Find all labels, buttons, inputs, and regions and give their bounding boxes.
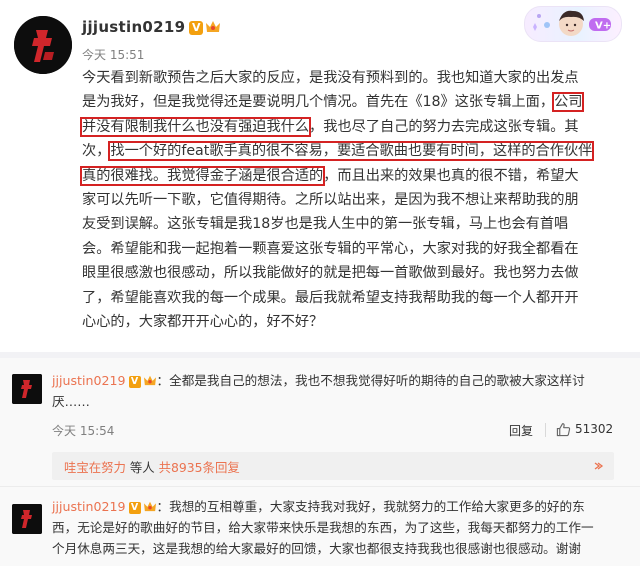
post-body: 今天看到新歌预告之后大家的反应，是我没有预料到的。我也知道大家的出发点 是为我好… (79, 66, 618, 334)
action-separator (545, 423, 546, 437)
post-line-text: ，而且出来的效果也真的很不错，希望大 (323, 167, 579, 184)
post-line-text: ，我也尽了自己的努力去完成这张专辑。其 (309, 118, 579, 135)
post-line: 真的很难找。我觉得金子涵是很合适的，而且出来的效果也真的很不错，希望大 (79, 164, 618, 188)
thumbs-up-icon[interactable] (556, 422, 571, 437)
reply-button[interactable]: 回复 (509, 422, 533, 439)
post-line-text: 是为我好，但是我觉得还是要说明几个情况。首先在《18》这张专辑上面， (82, 94, 555, 111)
weibo-post: jjjustin0219 V 今天 15:51 V+ 今天看到新歌预告之后大家的反… (0, 0, 640, 352)
comment-body-line: 个月休息两三天，这是我想的给大家最好的回馈，大家也都很支持我我也很感谢也很感动。… (52, 541, 581, 556)
post-line: 并没有限制我什么也没有强迫我什么，我也尽了自己的努力去完成这张专辑。其 (79, 115, 618, 139)
post-line: 友受到误解。这张专辑是我18岁也是我人生中的第一张专辑，马上也会有首唱 (82, 216, 569, 233)
comment-avatar[interactable] (12, 504, 42, 534)
post-line: 是为我好，但是我觉得还是要说明几个情况。首先在《18》这张专辑上面，公司 (82, 90, 618, 114)
logo-avatar-icon (12, 504, 42, 534)
post-line: 家可以先听一下歌，它值得期待。之所以站出来，是因为我不想让来帮助我的朋 (82, 191, 579, 208)
card-badge[interactable]: V+ (524, 6, 622, 42)
logo-avatar-icon (14, 16, 72, 74)
author-avatar[interactable] (14, 16, 72, 74)
verified-icon: V (128, 502, 141, 514)
post-line-text: 次， (82, 143, 111, 160)
crown-icon (206, 21, 221, 32)
comment-text: jjjustin0219 V ：我想的互相尊重，大家支持我对我好，我就努力的工作给大… (52, 496, 585, 517)
reply-user-link[interactable]: 哇宝在努力 (64, 460, 126, 475)
replies-middle-text: 等人 (125, 460, 159, 475)
crown-icon (143, 501, 156, 512)
post-line: 心心的，大家都开开心心的，好不好？ (82, 313, 324, 330)
like-count[interactable]: 51302 (575, 422, 613, 436)
verified-icon: V (189, 21, 204, 35)
comment-body-line: ：全都是我自己的想法，我也不想我觉得好听的期待的自己的歌被大家这样讨 (156, 373, 585, 388)
highlight-box-2a: 找一个好的feat歌手真的很不容易，要适合歌曲也要有时间，这样的合作伙伴 (108, 141, 595, 162)
card-badge-icon: V+ (533, 10, 611, 36)
author-name[interactable]: jjjustin0219 V (82, 18, 221, 36)
comment-text: jjjustin0219 V ：全都是我自己的想法，我也不想我觉得好听的期待的自己的… (52, 370, 585, 391)
highlight-box-1b: 并没有限制我什么也没有强迫我什么 (79, 116, 312, 137)
comment-avatar[interactable] (12, 374, 42, 404)
reply-count-link[interactable]: 共8935条回复 (159, 460, 240, 475)
comment-author[interactable]: jjjustin0219 (52, 499, 126, 514)
crown-icon (143, 375, 156, 386)
comment-author[interactable]: jjjustin0219 (52, 373, 126, 388)
comment-body-line: 西，无论是好的歌曲好的节目，给大家带来快乐是我想的东西，为了这些，我每天都努力的… (52, 520, 594, 535)
verified-icon: V (128, 376, 141, 388)
post-line: 今天看到新歌预告之后大家的反应，是我没有预料到的。我也知道大家的出发点 (82, 70, 579, 86)
comment-body-line: ：我想的互相尊重，大家支持我对我好，我就努力的工作给大家更多的好的东 (156, 499, 585, 514)
comment-timestamp[interactable]: 今天 15:54 (52, 422, 114, 439)
comment-divider (0, 486, 640, 487)
post-line: 眼里很感激也很感动，所以我能做好的就是把每一首歌做到最好。我也努力去做 (82, 265, 579, 282)
svg-text:V+: V+ (595, 21, 611, 32)
post-timestamp[interactable]: 今天 15:51 (82, 46, 144, 63)
logo-avatar-icon (12, 374, 42, 404)
replies-summary[interactable]: 哇宝在努力 等人 共8935条回复 (52, 452, 614, 480)
reply-arrow-icon (594, 462, 604, 470)
author-name-text[interactable]: jjjustin0219 (82, 18, 185, 36)
comment-body-line: 厌…… (52, 394, 90, 409)
post-line: 了，希望能喜欢我的每一个成果。最后我就希望支持我帮助我的每一个人都开开 (82, 289, 579, 306)
comments-list: jjjustin0219 V ：全都是我自己的想法，我也不想我觉得好听的期待的自己的… (0, 358, 640, 566)
highlight-box-1a: 公司 (552, 92, 585, 113)
post-line: 次，找一个好的feat歌手真的很不容易，要适合歌曲也要有时间，这样的合作伙伴 (82, 139, 618, 163)
highlight-box-2b: 真的很难找。我觉得金子涵是很合适的 (79, 165, 326, 186)
post-line: 会。希望能和我一起抱着一颗喜爱这张专辑的平常心，大家对我的好我全都看在 (82, 240, 579, 257)
replies-summary-text: 哇宝在努力 等人 共8935条回复 (64, 458, 240, 476)
